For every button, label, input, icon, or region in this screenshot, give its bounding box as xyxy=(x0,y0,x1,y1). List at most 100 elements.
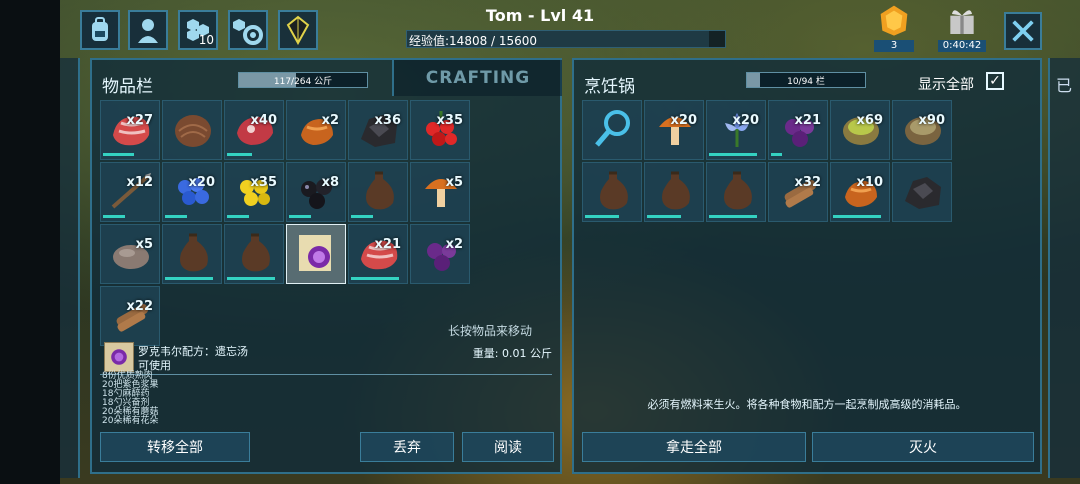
inventory-slot[interactable]: x27 xyxy=(100,100,160,160)
inventory-slot[interactable]: x5 xyxy=(100,224,160,284)
slot-quantity: x5 xyxy=(135,237,153,252)
inventory-slot[interactable]: x20 xyxy=(162,162,222,222)
slot-durability-bar xyxy=(709,153,757,156)
slot-quantity: x2 xyxy=(445,237,463,252)
transfer-all-button[interactable]: 转移全部 xyxy=(100,432,250,462)
inventory-grid: x27 x40 x2 x36 x35 x12 x20 x35 x8 x5 x5 x21 x2 x22 xyxy=(100,100,470,346)
slot-quantity: x20 xyxy=(670,113,697,128)
waterskin-icon xyxy=(662,171,690,210)
cooking-pot-title: 烹饪锅 xyxy=(584,77,635,97)
inventory-slot[interactable]: x90 xyxy=(892,100,952,160)
inventory-slot[interactable]: x8 xyxy=(286,162,346,222)
engrams-tab-button[interactable]: 10 xyxy=(178,10,218,50)
inventory-panel: 物品栏 117/264 公斤 CRAFTING x27 x40 x2 x36 x35 x1… xyxy=(90,58,562,474)
xp-bar: 经验值:14808 / 15600 xyxy=(406,30,726,48)
left-screen-margin xyxy=(0,0,60,484)
inventory-slot[interactable] xyxy=(162,224,222,284)
gift-icon xyxy=(950,10,974,34)
amber-gem-icon xyxy=(880,5,908,36)
inventory-slot[interactable] xyxy=(286,224,346,284)
gems-button[interactable]: 3 xyxy=(870,4,918,52)
slot-durability-bar xyxy=(351,277,399,280)
charcoal-icon xyxy=(905,177,941,209)
inventory-slot[interactable]: x20 xyxy=(644,100,704,160)
extinguish-button[interactable]: 灭火 xyxy=(812,432,1034,462)
close-button[interactable] xyxy=(1004,12,1042,50)
inventory-slot[interactable]: x40 xyxy=(224,100,284,160)
waterskin-icon xyxy=(242,233,270,272)
crystal-icon xyxy=(286,15,310,45)
slot-quantity: x10 xyxy=(856,175,883,190)
inventory-slot[interactable] xyxy=(162,100,222,160)
inventory-slot[interactable]: x22 xyxy=(100,286,160,346)
recipe-note-icon xyxy=(111,349,127,365)
inventory-slot[interactable] xyxy=(892,162,952,222)
drop-button[interactable]: 丢弃 xyxy=(360,432,454,462)
inventory-slot[interactable]: x21 xyxy=(348,224,408,284)
gift-button[interactable]: 0:40:42 xyxy=(938,4,986,52)
inventory-title: 物品栏 xyxy=(102,77,153,97)
inventory-slot[interactable]: x20 xyxy=(706,100,766,160)
read-button[interactable]: 阅读 xyxy=(462,432,554,462)
slot-durability-bar xyxy=(165,277,213,280)
inventory-slot[interactable]: x5 xyxy=(410,162,470,222)
gem-count: 3 xyxy=(874,40,914,52)
inventory-slot[interactable]: x35 xyxy=(410,100,470,160)
inventory-tab-button[interactable] xyxy=(80,10,120,50)
inventory-slot[interactable]: x36 xyxy=(348,100,408,160)
slot-quantity: x8 xyxy=(321,175,339,190)
inventory-capacity-bar: 117/264 公斤 xyxy=(238,72,368,88)
cooking-pot-capacity-text: 10/94 栏 xyxy=(787,77,825,87)
character-tab-button[interactable] xyxy=(128,10,168,50)
explorer-notes-tab-button[interactable] xyxy=(278,10,318,50)
slot-durability-bar xyxy=(227,277,275,280)
slot-quantity: x69 xyxy=(856,113,883,128)
crafting-tab[interactable]: CRAFTING xyxy=(392,60,562,96)
slot-durability-bar xyxy=(165,215,187,218)
slot-quantity: x20 xyxy=(732,113,759,128)
inventory-slot[interactable]: x21 xyxy=(768,100,828,160)
show-all-label: 显示全部 xyxy=(918,77,974,93)
show-all-checkbox[interactable]: ✓ xyxy=(986,72,1004,90)
inventory-slot[interactable] xyxy=(224,224,284,284)
move-hint: 长按物品来移动 xyxy=(448,324,533,338)
inventory-slot[interactable]: x35 xyxy=(224,162,284,222)
slot-durability-bar xyxy=(103,153,134,156)
right-edge-panel[interactable]: 已 xyxy=(1048,58,1080,478)
waterskin-icon xyxy=(180,233,208,272)
inventory-slot[interactable] xyxy=(582,162,642,222)
waterskin-icon xyxy=(600,171,628,210)
inventory-slot[interactable]: x12 xyxy=(100,162,160,222)
gear-icon xyxy=(233,19,263,45)
slot-quantity: x2 xyxy=(321,113,339,128)
slot-durability-bar xyxy=(227,215,249,218)
recipe-note-icon xyxy=(299,235,331,271)
inventory-slot[interactable]: x10 xyxy=(830,162,890,222)
inventory-slot[interactable]: x2 xyxy=(410,224,470,284)
selected-item-weight: 重量: 0.01 公斤 xyxy=(472,347,552,360)
search-icon xyxy=(595,110,630,147)
waterskin-icon xyxy=(724,171,752,210)
slot-quantity: x12 xyxy=(126,175,153,190)
inventory-slot[interactable]: x2 xyxy=(286,100,346,160)
inventory-slot[interactable] xyxy=(706,162,766,222)
xp-text: 经验值:14808 / 15600 xyxy=(409,34,538,48)
inventory-slot[interactable] xyxy=(644,162,704,222)
left-edge-panel[interactable] xyxy=(60,58,80,478)
slot-durability-bar xyxy=(709,215,757,218)
tribe-settings-tab-button[interactable] xyxy=(228,10,268,50)
slot-quantity: x22 xyxy=(126,299,153,314)
slot-quantity: x36 xyxy=(374,113,401,128)
waterskin-icon xyxy=(366,171,394,210)
inventory-slot[interactable] xyxy=(348,162,408,222)
inventory-slot[interactable]: x69 xyxy=(830,100,890,160)
slot-durability-bar xyxy=(647,215,681,218)
inventory-slot[interactable] xyxy=(582,100,642,160)
slot-quantity: x90 xyxy=(918,113,945,128)
slot-durability-bar xyxy=(103,215,125,218)
take-all-button[interactable]: 拿走全部 xyxy=(582,432,806,462)
inventory-slot[interactable]: x32 xyxy=(768,162,828,222)
slot-quantity: x21 xyxy=(374,237,401,252)
slot-durability-bar xyxy=(351,215,373,218)
inventory-capacity-text: 117/264 公斤 xyxy=(273,77,333,87)
